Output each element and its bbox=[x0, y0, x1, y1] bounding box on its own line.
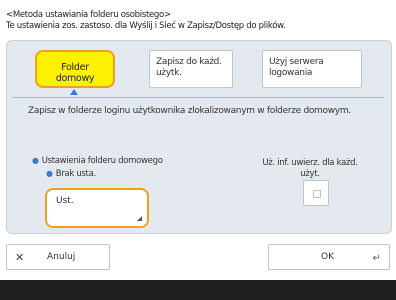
screen-header: <Metoda ustawiania folderu osobistego> T… bbox=[6, 10, 394, 32]
home-folder-setting-value: ● Brak usta. bbox=[46, 169, 96, 179]
option-description: Zapisz w folderze loginu użytkownika zlo… bbox=[28, 106, 351, 116]
setup-button[interactable]: Ust. bbox=[45, 188, 149, 228]
ok-button-label: OK bbox=[321, 252, 334, 262]
auth-info-label: Uż. inf. uwierz. dla każd. użyt. bbox=[262, 158, 358, 179]
corner-arrow-icon bbox=[137, 216, 142, 221]
setup-button-label: Ust. bbox=[56, 196, 74, 206]
home-folder-setting-label: ● Ustawienia folderu domowego bbox=[32, 156, 163, 166]
close-icon: ✕ bbox=[15, 251, 25, 264]
option-save-per-user[interactable]: Zapisz do kaźd. użytk. bbox=[149, 50, 233, 88]
selection-pointer-icon bbox=[70, 89, 78, 95]
ok-button[interactable]: OK ↵ bbox=[268, 244, 390, 270]
option-home-folder[interactable]: Folder domowy bbox=[35, 50, 115, 88]
option-login-server[interactable]: Użyj serwera logowania bbox=[262, 50, 362, 88]
auth-info-checkbox[interactable] bbox=[303, 180, 329, 206]
footer-bar bbox=[0, 280, 396, 300]
cancel-button[interactable]: ✕ Anuluj bbox=[6, 244, 110, 270]
screen-title: <Metoda ustawiania folderu osobistego> bbox=[6, 10, 171, 20]
option-home-folder-label: Folder domowy bbox=[55, 62, 95, 84]
cancel-button-label: Anuluj bbox=[47, 252, 76, 262]
enter-icon: ↵ bbox=[372, 253, 381, 264]
option-login-server-label: Użyj serwera logowania bbox=[269, 57, 324, 78]
screen-subtitle: Te ustawienia zos. zastoso. dla Wyślij i… bbox=[6, 21, 286, 31]
checkbox-icon bbox=[313, 190, 321, 198]
bullet-icon: ● bbox=[46, 169, 53, 178]
panel-divider bbox=[12, 97, 384, 98]
option-save-per-user-label: Zapisz do kaźd. użytk. bbox=[156, 57, 222, 78]
bullet-icon: ● bbox=[32, 156, 39, 165]
